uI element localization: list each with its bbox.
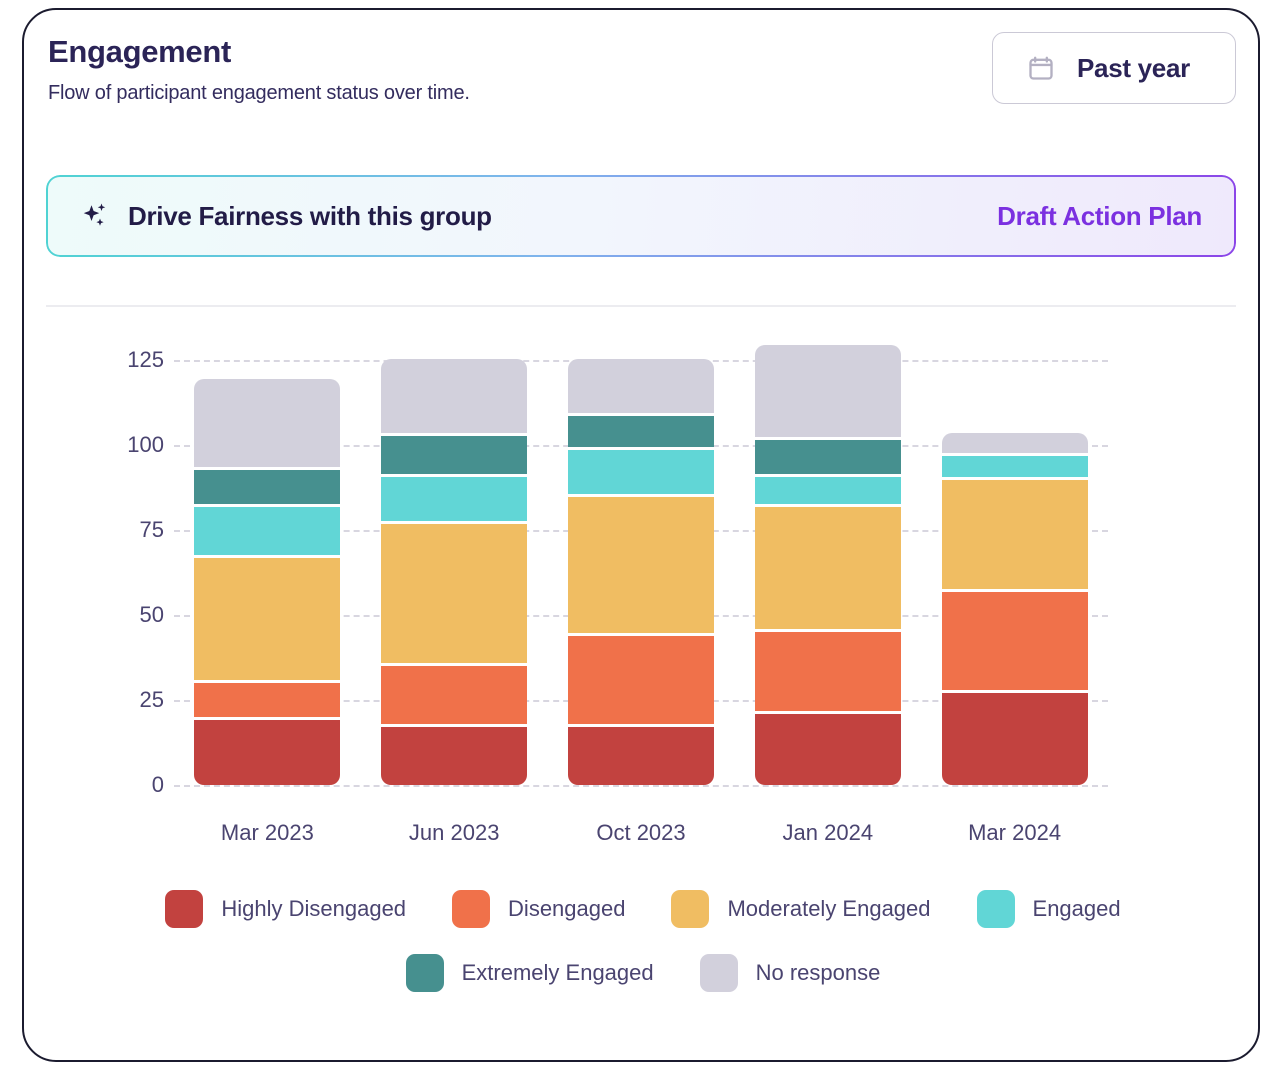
y-axis-tick-label: 25	[84, 687, 164, 713]
y-axis-tick-label: 75	[84, 517, 164, 543]
legend-row-secondary: Extremely Engaged No response	[24, 954, 1262, 992]
sparkle-icon	[48, 201, 110, 231]
legend-item[interactable]: Engaged	[977, 890, 1121, 928]
legend-item[interactable]: Disengaged	[452, 890, 625, 928]
bar-segment[interactable]	[194, 470, 340, 504]
stacked-bar[interactable]	[381, 359, 527, 785]
x-axis-label: Oct 2023	[546, 820, 736, 846]
gridline	[174, 785, 1108, 787]
bar-segment[interactable]	[568, 636, 714, 724]
legend-item[interactable]: Highly Disengaged	[165, 890, 406, 928]
bar-segment[interactable]	[942, 433, 1088, 453]
bar-segment[interactable]	[755, 507, 901, 629]
bar-segment[interactable]	[942, 592, 1088, 691]
card-header: Engagement Flow of participant engagemen…	[24, 10, 1258, 140]
bar-segment[interactable]	[755, 714, 901, 785]
legend-item[interactable]: No response	[700, 954, 881, 992]
legend-swatch	[452, 890, 490, 928]
y-axis-tick-label: 0	[84, 772, 164, 798]
bar-segment[interactable]	[568, 359, 714, 413]
engagement-chart: 0 25 50 75 100 125 Mar 2023Jun 2023Oct 2023Ja…	[24, 320, 1262, 880]
bar-segment[interactable]	[194, 683, 340, 717]
bar-segment[interactable]	[568, 727, 714, 785]
x-axis-label: Mar 2024	[920, 820, 1110, 846]
draft-action-plan-link[interactable]: Draft Action Plan	[997, 201, 1202, 232]
bar-segment[interactable]	[755, 477, 901, 504]
stacked-bar[interactable]	[942, 433, 1088, 785]
section-divider	[46, 305, 1236, 307]
page-subtitle: Flow of participant engagement status ov…	[48, 82, 470, 105]
legend-label: Disengaged	[508, 896, 625, 922]
bar-segment[interactable]	[194, 720, 340, 785]
legend-label: No response	[756, 960, 881, 986]
bar-segment[interactable]	[568, 450, 714, 494]
legend-swatch	[671, 890, 709, 928]
bar-segment[interactable]	[755, 632, 901, 710]
bar-segment[interactable]	[381, 359, 527, 434]
bar-group	[174, 360, 1108, 785]
legend-swatch	[700, 954, 738, 992]
x-axis-label: Jan 2024	[733, 820, 923, 846]
legend-swatch	[406, 954, 444, 992]
bar-segment[interactable]	[755, 345, 901, 437]
legend-label: Moderately Engaged	[727, 896, 930, 922]
stacked-bar[interactable]	[755, 345, 901, 785]
bar-segment[interactable]	[381, 524, 527, 663]
bar-segment[interactable]	[194, 379, 340, 467]
bar-segment[interactable]	[381, 727, 527, 785]
drive-fairness-banner[interactable]: Drive Fairness with this group Draft Act…	[46, 175, 1236, 257]
engagement-card: Engagement Flow of participant engagemen…	[22, 8, 1260, 1062]
legend-label: Highly Disengaged	[221, 896, 406, 922]
legend-label: Extremely Engaged	[462, 960, 654, 986]
x-axis-label: Jun 2023	[359, 820, 549, 846]
x-axis-label: Mar 2023	[172, 820, 362, 846]
legend-swatch	[977, 890, 1015, 928]
legend-item[interactable]: Extremely Engaged	[406, 954, 654, 992]
bar-segment[interactable]	[755, 440, 901, 474]
page-title: Engagement	[48, 34, 231, 70]
y-axis-tick-label: 125	[84, 347, 164, 373]
calendar-icon	[1027, 54, 1055, 82]
bar-segment[interactable]	[568, 497, 714, 633]
y-axis-tick-label: 50	[84, 602, 164, 628]
legend-row-primary: Highly Disengaged Disengaged Moderately En…	[24, 890, 1262, 928]
bar-segment[interactable]	[381, 666, 527, 724]
date-range-label: Past year	[1077, 53, 1190, 84]
stacked-bar[interactable]	[194, 379, 340, 785]
bar-segment[interactable]	[381, 477, 527, 521]
legend-label: Engaged	[1033, 896, 1121, 922]
stacked-bar[interactable]	[568, 359, 714, 785]
bar-segment[interactable]	[942, 480, 1088, 589]
bar-segment[interactable]	[194, 558, 340, 680]
legend-item[interactable]: Moderately Engaged	[671, 890, 930, 928]
date-range-button[interactable]: Past year	[992, 32, 1236, 104]
legend-swatch	[165, 890, 203, 928]
bar-segment[interactable]	[194, 507, 340, 555]
bar-segment[interactable]	[381, 436, 527, 473]
bar-segment[interactable]	[942, 693, 1088, 785]
y-axis-tick-label: 100	[84, 432, 164, 458]
bar-segment[interactable]	[942, 456, 1088, 476]
banner-text: Drive Fairness with this group	[128, 201, 492, 232]
bar-segment[interactable]	[568, 416, 714, 447]
chart-legend: Highly Disengaged Disengaged Moderately En…	[24, 890, 1262, 1018]
